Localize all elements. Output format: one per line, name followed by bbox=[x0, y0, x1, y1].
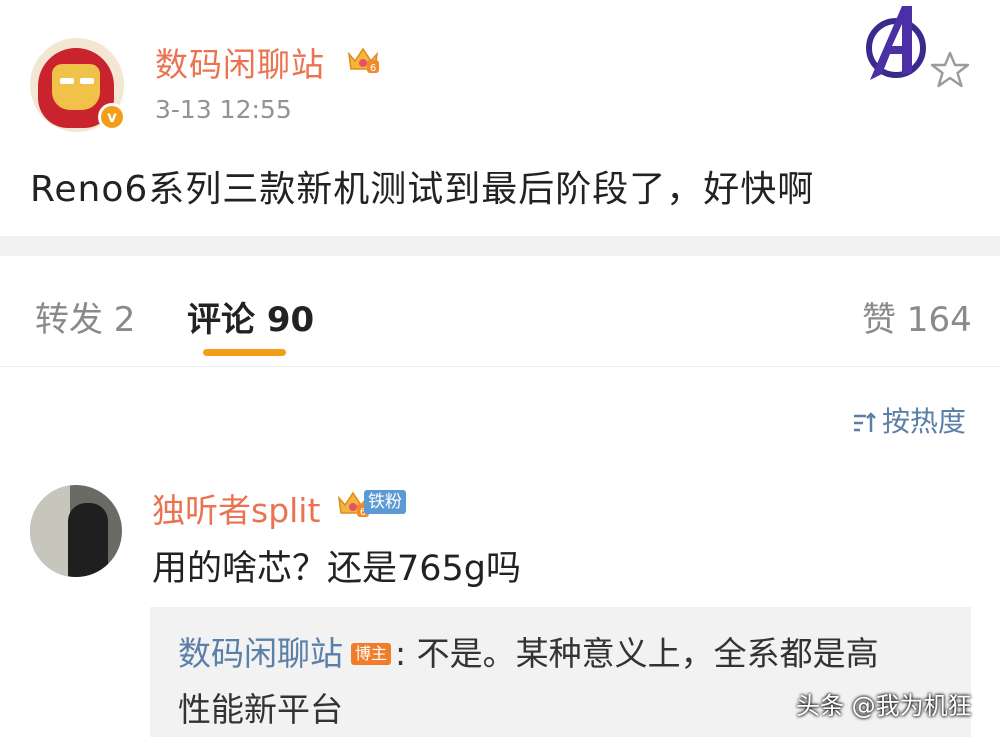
post-author-name[interactable]: 数码闲聊站 bbox=[155, 38, 325, 86]
reply-text-continued: 性能新平台 bbox=[178, 690, 343, 729]
avengers-logo-icon bbox=[866, 6, 926, 80]
comment-content: 用的啥芯？还是765g吗 bbox=[152, 549, 522, 589]
sort-toggle[interactable]: 按热度 bbox=[852, 400, 966, 440]
commenter-avatar[interactable] bbox=[30, 485, 122, 577]
watermark: 头条 @我为机狂 bbox=[796, 692, 972, 720]
verified-icon: v bbox=[98, 103, 126, 131]
reply-author-name[interactable]: 数码闲聊站 bbox=[178, 634, 343, 673]
comment-author-name[interactable]: 独听者split bbox=[152, 484, 320, 532]
blogger-tag: 博主 bbox=[351, 642, 392, 665]
tab-likes[interactable]: 赞 164 bbox=[862, 292, 972, 341]
ironman-faceplate bbox=[52, 64, 100, 110]
ironman-eye bbox=[80, 78, 94, 84]
reply-first-line: 数码闲聊站 博主: 不是。某种意义上，全系都是高 bbox=[178, 627, 879, 675]
avatar-silhouette bbox=[68, 503, 108, 577]
star-icon[interactable] bbox=[930, 50, 970, 90]
reply-text: : 不是。某种意义上，全系都是高 bbox=[395, 634, 879, 673]
tab-repost[interactable]: 转发 2 bbox=[35, 292, 135, 341]
fan-badge: 铁粉 bbox=[364, 490, 406, 514]
sort-label: 按热度 bbox=[882, 405, 967, 438]
interaction-tabs: 转发 2 评论 90 赞 164 bbox=[0, 256, 1000, 367]
tab-comments[interactable]: 评论 90 bbox=[187, 292, 314, 341]
post-timestamp: 3-13 12:55 bbox=[155, 95, 292, 124]
ironman-eye bbox=[60, 78, 74, 84]
svg-text:6: 6 bbox=[370, 63, 376, 74]
post-content: Reno6系列三款新机测试到最后阶段了，好快啊 bbox=[30, 169, 815, 210]
section-divider bbox=[0, 236, 1000, 256]
weibo-post: v 数码闲聊站 6 3-13 12:55 Reno6系列三款新机测试到最后阶段了… bbox=[0, 0, 1000, 236]
crown-icon: 6 bbox=[347, 47, 379, 74]
active-tab-indicator bbox=[203, 349, 286, 356]
sort-icon bbox=[854, 412, 876, 432]
avatar-background bbox=[30, 485, 70, 577]
